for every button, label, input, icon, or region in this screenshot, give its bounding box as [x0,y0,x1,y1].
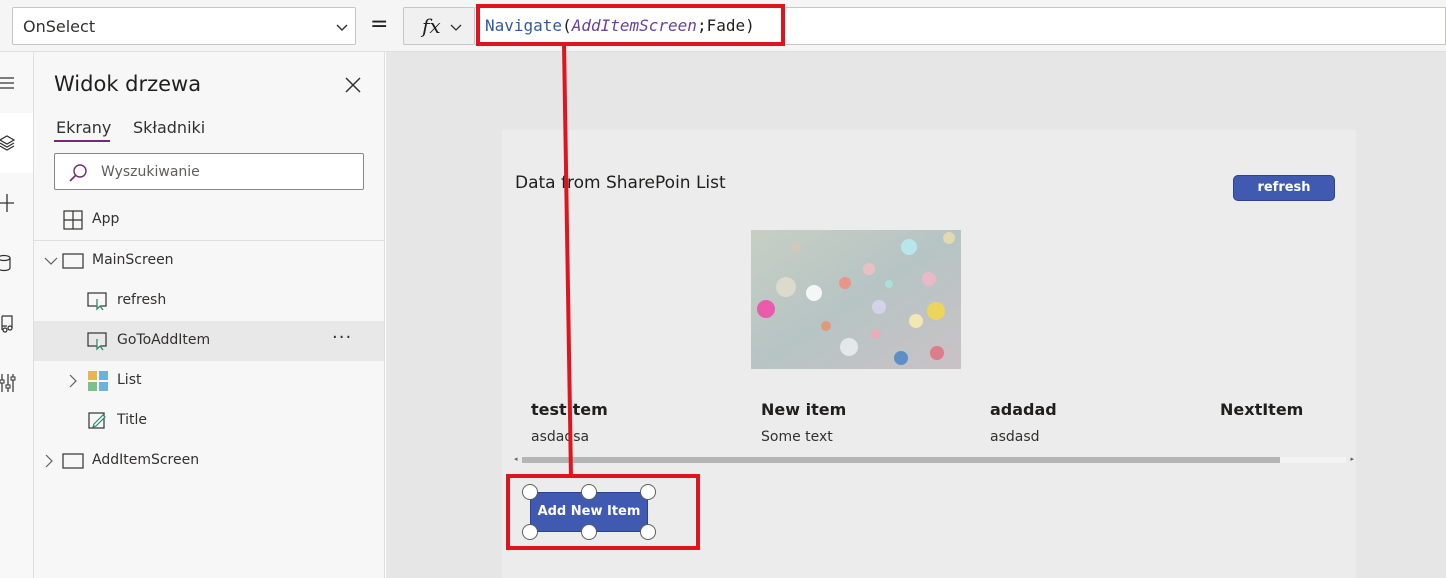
bokeh-image[interactable] [751,230,961,369]
chevron-down-icon [450,24,462,31]
database-icon[interactable] [0,252,22,274]
fx-icon: fx [422,14,441,38]
layers-icon[interactable] [0,132,22,154]
gallery-item-subtitle: Some text [761,429,833,445]
more-options-icon[interactable]: ··· [332,327,352,348]
tab-components[interactable]: Składniki [133,118,205,137]
gallery-item-title: adadad [990,400,1057,419]
power-apps-studio: OnSelect = fx Navigate(AddItemScreen;Fad… [0,0,1446,578]
property-dropdown[interactable]: OnSelect [12,7,356,45]
tree-item-label: AddItemScreen [92,452,200,468]
hamburger-icon[interactable] [0,72,22,94]
gallery-horizontal-scrollbar[interactable]: ◂ ▸ [514,455,1354,465]
label-edit-icon [88,412,106,429]
app-icon [63,210,83,230]
chevron-right-icon[interactable] [66,374,80,388]
tree-item-app[interactable]: App [34,200,384,240]
tree-item-label: GoToAddItem [117,332,211,348]
scroll-left-arrow-icon[interactable]: ◂ [514,455,518,463]
button-control-icon [87,332,107,351]
gallery-item[interactable]: adadad asdasd [990,400,1190,452]
fx-button[interactable]: fx [403,7,475,45]
screen-icon [62,453,84,469]
screen-icon [62,253,84,269]
active-tab-underline [54,140,110,142]
chevron-right-icon[interactable] [42,454,56,468]
gallery-item[interactable]: NextItem [1220,400,1350,452]
annotation-connector-line [562,44,573,478]
tree-view-panel: Widok drzewa Ekrany Składniki Wyszukiwan… [34,52,385,578]
gallery-item-title: NextItem [1220,400,1304,419]
tree-item-refresh[interactable]: refresh [34,281,384,321]
chevron-down-icon [336,24,348,31]
tree-item-label: refresh [117,292,167,308]
equals-sign: = [370,12,389,37]
annotation-button-highlight [506,474,700,550]
tree-item-list[interactable]: List [34,361,384,401]
screen-title-label[interactable]: Data from SharePoin List [515,173,726,193]
tree-item-additemscreen[interactable]: AddItemScreen [34,441,384,481]
tree-item-gotoadditem[interactable]: GoToAddItem ··· [34,321,384,361]
scroll-thumb[interactable] [522,457,1280,463]
plus-icon[interactable] [0,192,22,214]
tree-item-mainscreen[interactable]: MainScreen [34,241,384,281]
close-icon[interactable] [343,75,363,95]
tree-item-title[interactable]: Title [34,401,384,441]
annotation-formula-highlight [476,4,785,46]
tree-item-label: List [117,372,142,388]
tree-item-label: Title [117,412,148,428]
gallery-item-subtitle: asdasd [990,429,1040,445]
tab-screens[interactable]: Ekrany [56,118,111,137]
tree-item-label: App [92,211,120,227]
chevron-down-icon[interactable] [44,254,58,268]
scroll-right-arrow-icon[interactable]: ▸ [1350,455,1354,463]
tools-icon[interactable] [0,372,22,394]
left-rail [0,52,34,578]
gallery-item[interactable]: New item Some text [761,400,961,452]
button-control-icon [87,292,107,311]
search-input[interactable]: Wyszukiwanie [54,153,364,190]
property-value: OnSelect [23,17,96,36]
search-icon [69,164,87,182]
search-placeholder: Wyszukiwanie [101,164,200,180]
panel-title: Widok drzewa [54,72,202,96]
tree-item-label: MainScreen [92,252,174,268]
media-icon[interactable] [0,312,22,334]
refresh-button[interactable]: refresh [1233,175,1335,201]
gallery-item-title: New item [761,400,847,419]
gallery-icon [88,371,108,391]
